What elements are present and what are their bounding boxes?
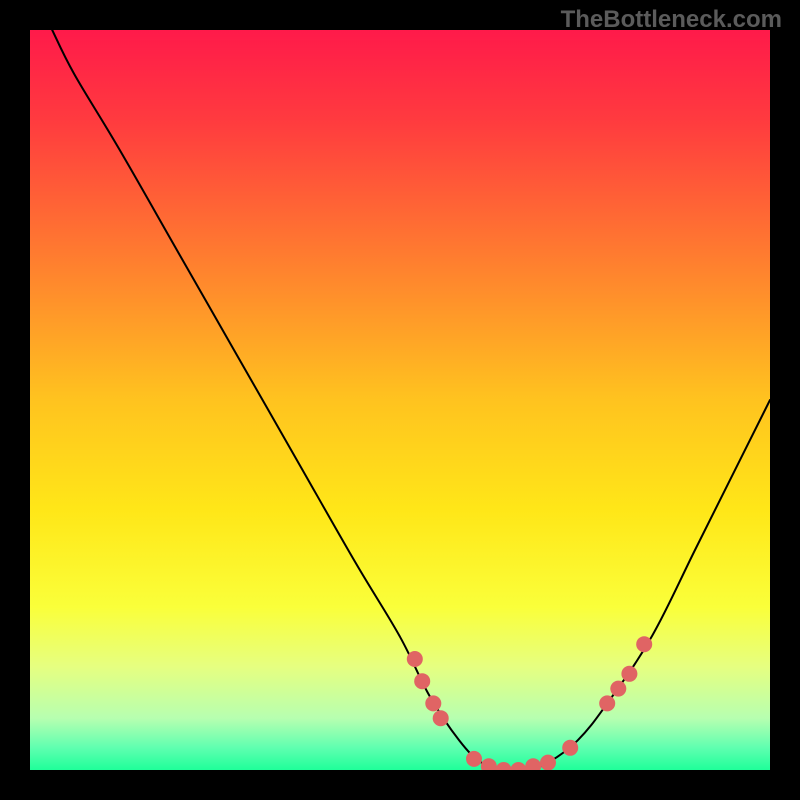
data-point-marker (433, 710, 449, 726)
data-point-marker (599, 695, 615, 711)
data-point-marker (466, 751, 482, 767)
data-point-marker (562, 740, 578, 756)
data-point-marker (636, 636, 652, 652)
gradient-background (30, 30, 770, 770)
chart-svg (30, 30, 770, 770)
data-point-marker (407, 651, 423, 667)
chart-container: TheBottleneck.com (0, 0, 800, 800)
data-point-marker (621, 666, 637, 682)
data-point-marker (425, 695, 441, 711)
plot-area (30, 30, 770, 770)
data-point-marker (414, 673, 430, 689)
data-point-marker (540, 755, 556, 770)
watermark-text: TheBottleneck.com (561, 6, 782, 34)
data-point-marker (610, 681, 626, 697)
